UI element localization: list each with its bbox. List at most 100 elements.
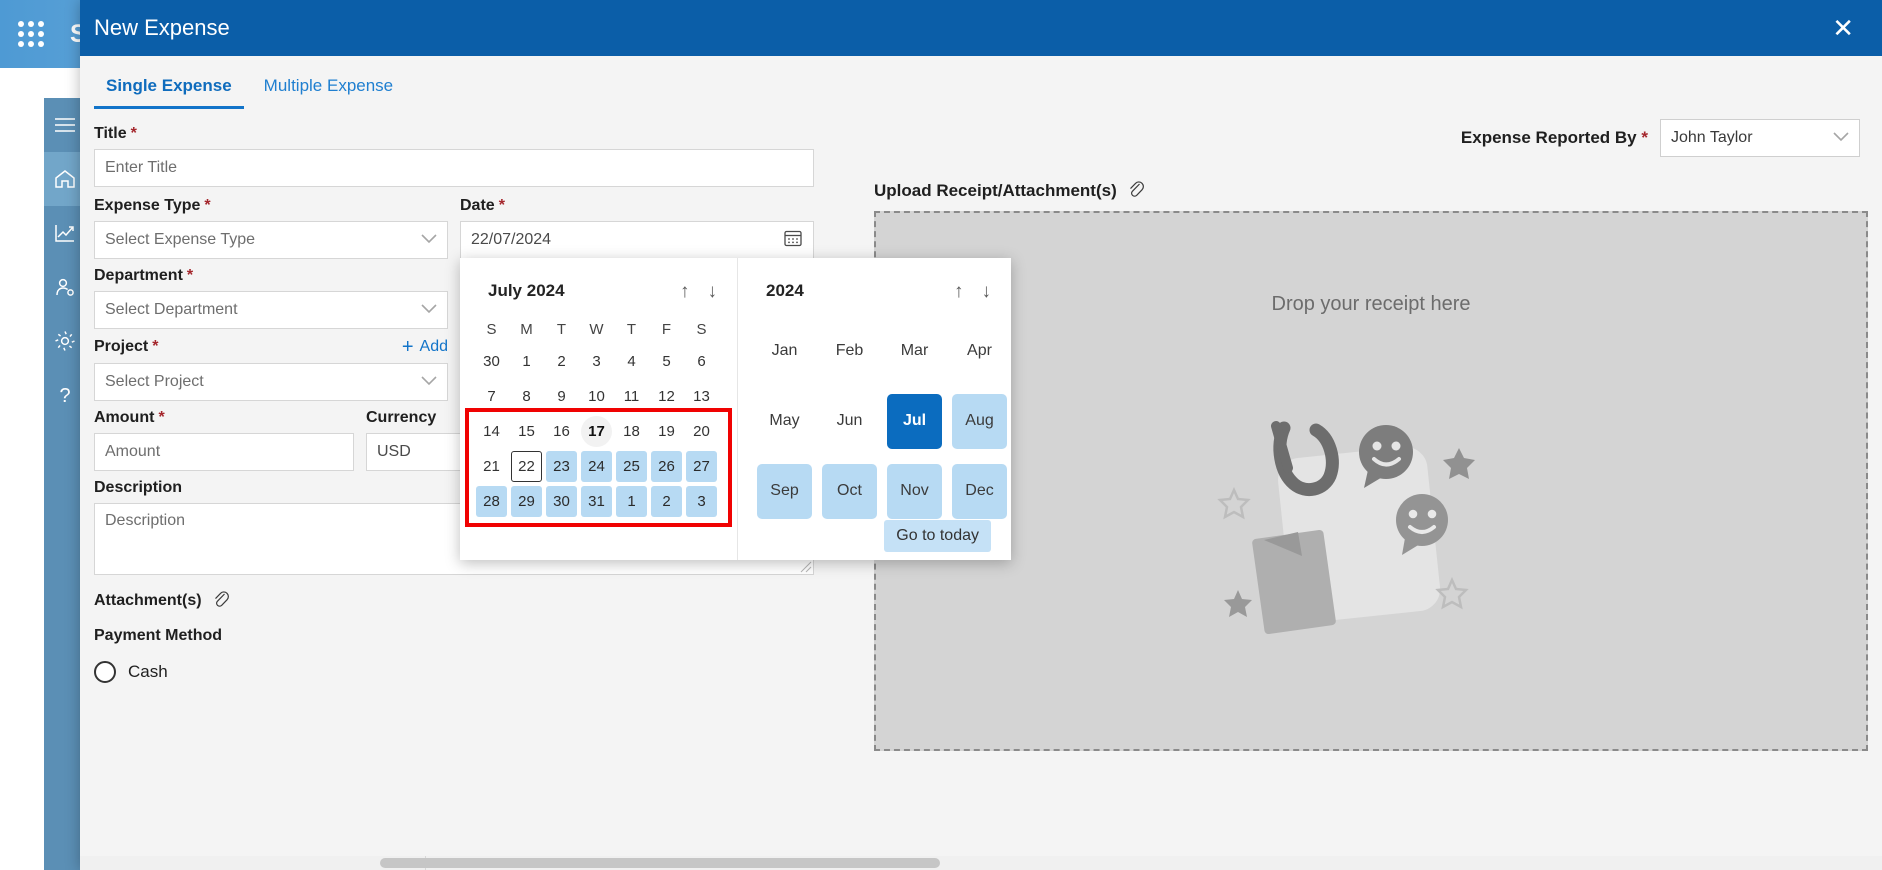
calendar-day-cell[interactable]: 23 xyxy=(544,449,579,484)
calendar-day-cell[interactable]: 3 xyxy=(579,344,614,379)
calendar-day-cell[interactable]: 5 xyxy=(649,344,684,379)
calendar-day-cell[interactable]: 18 xyxy=(614,414,649,449)
radio-cash[interactable] xyxy=(94,661,116,683)
amount-input[interactable]: Amount xyxy=(94,433,354,471)
title-input[interactable]: Enter Title xyxy=(94,149,814,187)
calendar-day-cell[interactable]: 6 xyxy=(684,344,719,379)
month-cell[interactable]: Jan xyxy=(752,316,817,386)
calendar-day-label: 19 xyxy=(658,423,675,440)
calendar-day-cell[interactable]: 20 xyxy=(684,414,719,449)
expense-type-label-text: Expense Type xyxy=(94,197,201,214)
calendar-day-cell[interactable]: 24 xyxy=(579,449,614,484)
calendar-day-label: 21 xyxy=(483,458,500,475)
calendar-day-label: 6 xyxy=(697,353,706,370)
arrow-up-icon[interactable]: ↑ xyxy=(954,282,964,301)
calendar-day-cell[interactable]: 28 xyxy=(474,484,509,519)
calendar-day-cell[interactable]: 9 xyxy=(544,379,579,414)
calendar-day-cell[interactable]: 10 xyxy=(579,379,614,414)
calendar-day-cell[interactable]: 2 xyxy=(649,484,684,519)
calendar-day-cell[interactable]: 19 xyxy=(649,414,684,449)
month-label: Apr xyxy=(967,342,992,359)
tab-multiple-expense[interactable]: Multiple Expense xyxy=(252,66,405,109)
calendar-day-cell[interactable]: 15 xyxy=(509,414,544,449)
calendar-day-label: 30 xyxy=(483,353,500,370)
calendar-day-cell[interactable]: 2 xyxy=(544,344,579,379)
attachments-label: Attachment(s) xyxy=(94,589,834,613)
tab-single-expense[interactable]: Single Expense xyxy=(94,66,244,109)
calendar-day-cell[interactable]: 13 xyxy=(684,379,719,414)
calendar-day-label: 8 xyxy=(522,388,531,405)
receipt-dropzone[interactable]: Drop your receipt here xyxy=(874,211,1868,751)
calendar-day-cell[interactable]: 22 xyxy=(509,449,544,484)
calendar-day-cell[interactable]: 29 xyxy=(509,484,544,519)
month-cell[interactable]: Apr xyxy=(947,316,1012,386)
calendar-day-label: 10 xyxy=(588,388,605,405)
arrow-down-icon[interactable]: ↓ xyxy=(708,282,718,301)
calendar-day-cell[interactable]: 8 xyxy=(509,379,544,414)
month-cell[interactable]: Mar xyxy=(882,316,947,386)
expense-type-select[interactable]: Select Expense Type xyxy=(94,221,448,259)
calendar-day-cell[interactable]: 4 xyxy=(614,344,649,379)
add-project-button[interactable]: + Add xyxy=(402,337,448,357)
month-label: Jan xyxy=(771,342,798,359)
calendar-day-cell[interactable]: 26 xyxy=(649,449,684,484)
calendar-day-cell[interactable]: 27 xyxy=(684,449,719,484)
department-label: Department * xyxy=(94,267,448,285)
calendar-day-cell[interactable]: 3 xyxy=(684,484,719,519)
month-cell[interactable]: Dec xyxy=(947,456,1012,526)
date-picker-flyout[interactable]: July 2024 ↑ ↓ S M T W T F S 30 1 2 3 4 5 6 7 8 9 1… xyxy=(460,258,1011,560)
calendar-day-cell[interactable]: 1 xyxy=(614,484,649,519)
arrow-up-icon[interactable]: ↑ xyxy=(680,282,690,301)
reported-by-required-marker: * xyxy=(1641,128,1648,147)
calendar-day-cell[interactable]: 16 xyxy=(544,414,579,449)
calendar-day-cell[interactable]: 7 xyxy=(474,379,509,414)
calendar-week-row: 14 15 16 17 18 19 20 xyxy=(474,414,723,449)
upload-receipt-label-text: Upload Receipt/Attachment(s) xyxy=(874,181,1117,200)
arrow-down-icon[interactable]: ↓ xyxy=(982,282,992,301)
calendar-day-label: 4 xyxy=(627,353,636,370)
department-select[interactable]: Select Department xyxy=(94,291,448,329)
month-cell[interactable]: May xyxy=(752,386,817,456)
scrollbar-thumb[interactable] xyxy=(380,858,940,868)
go-to-today-button[interactable]: Go to today xyxy=(884,520,991,552)
close-icon[interactable]: ✕ xyxy=(1826,11,1860,45)
dropzone-text: Drop your receipt here xyxy=(1271,293,1471,315)
paperclip-icon[interactable] xyxy=(212,589,229,613)
month-cell[interactable]: Aug xyxy=(947,386,1012,456)
month-cell[interactable]: Sep xyxy=(752,456,817,526)
project-required-marker: * xyxy=(152,338,159,355)
chevron-down-icon xyxy=(421,231,437,249)
month-cell[interactable]: Jul xyxy=(882,386,947,456)
date-input[interactable]: 22/07/2024 xyxy=(460,221,814,259)
reported-by-select[interactable]: John Taylor xyxy=(1660,119,1860,157)
expense-type-value: Select Expense Type xyxy=(105,231,256,248)
calendar-day-cell[interactable]: 1 xyxy=(509,344,544,379)
calendar-day-cell[interactable]: 30 xyxy=(544,484,579,519)
calendar-day-cell[interactable]: 12 xyxy=(649,379,684,414)
calendar-day-cell[interactable]: 17 xyxy=(579,414,614,449)
date-picker-month-header: July 2024 ↑ ↓ xyxy=(474,274,723,308)
resize-grip-icon[interactable] xyxy=(798,559,812,573)
calendar-day-cell[interactable]: 30 xyxy=(474,344,509,379)
horizontal-scrollbar[interactable] xyxy=(80,856,1882,870)
payment-option-cash[interactable]: Cash xyxy=(94,661,834,683)
calendar-day-cell[interactable]: 25 xyxy=(614,449,649,484)
month-cell[interactable]: Oct xyxy=(817,456,882,526)
calendar-day-cell[interactable]: 11 xyxy=(614,379,649,414)
calendar-icon[interactable] xyxy=(783,228,803,253)
calendar-day-cell[interactable]: 21 xyxy=(474,449,509,484)
app-launcher-icon[interactable] xyxy=(14,17,48,51)
project-select[interactable]: Select Project xyxy=(94,363,448,401)
calendar-day-label: 30 xyxy=(546,486,577,517)
month-cell[interactable]: Nov xyxy=(882,456,947,526)
paperclip-icon[interactable] xyxy=(1127,179,1144,203)
month-cell[interactable]: Feb xyxy=(817,316,882,386)
amount-label: Amount * xyxy=(94,409,354,427)
dow-cell: S xyxy=(696,320,707,338)
calendar-day-cell[interactable]: 14 xyxy=(474,414,509,449)
calendar-day-label: 16 xyxy=(553,423,570,440)
calendar-day-cell[interactable]: 31 xyxy=(579,484,614,519)
expense-type-label: Expense Type * xyxy=(94,197,448,215)
year-nav: ↑ ↓ xyxy=(954,282,997,301)
month-cell[interactable]: Jun xyxy=(817,386,882,456)
